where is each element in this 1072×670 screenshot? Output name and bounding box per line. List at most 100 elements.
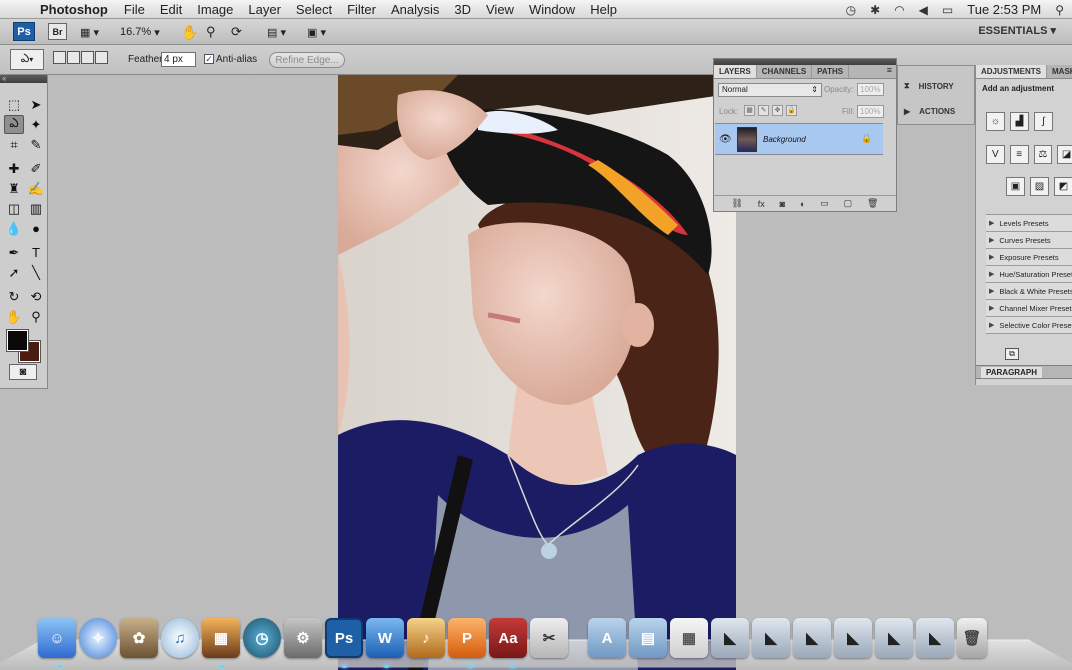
menu-help[interactable]: Help (590, 2, 617, 17)
launch-bridge-button[interactable]: Br (48, 23, 67, 40)
preset-exposure[interactable]: ▶ Exposure Presets (986, 249, 1072, 266)
minimized-window-4-icon[interactable]: ◣ (834, 618, 872, 658)
hand-tool-icon-toolbox[interactable]: ✋ (4, 307, 24, 326)
crop-tool-icon[interactable]: ⌗ (4, 135, 24, 154)
history-panel-button[interactable]: ⧗ HISTORY (904, 81, 954, 91)
preset-levels[interactable]: ▶ Levels Presets (986, 215, 1072, 232)
preset-hue-saturation[interactable]: ▶ Hue/Saturation Presets (986, 266, 1072, 283)
trash-icon[interactable]: 🗑 (957, 618, 987, 658)
hue-saturation-icon[interactable]: ≡ (1009, 145, 1029, 164)
lasso-tool-preset-picker[interactable]: ఎ ▾ (10, 49, 44, 70)
subtract-from-selection-icon[interactable] (81, 51, 94, 64)
type-tool-icon[interactable]: T (26, 243, 46, 262)
photoshop-dock-icon[interactable]: Ps (325, 618, 363, 658)
garageband-icon[interactable]: ♪ (407, 618, 445, 658)
eraser-tool-icon[interactable]: ◫ (4, 199, 24, 218)
zoom-tool-icon-toolbox[interactable]: ⚲ (26, 307, 46, 326)
gradient-map-icon[interactable]: ▨ (1030, 177, 1049, 196)
lock-position-icon[interactable]: ✥ (772, 105, 783, 116)
documents-folder-icon[interactable]: ▤ (629, 618, 667, 658)
tab-paths[interactable]: PATHS (812, 65, 850, 78)
safari-icon[interactable]: ✧ (79, 618, 117, 658)
lasso-tool-icon[interactable]: ఎ (4, 115, 24, 134)
marquee-tool-icon[interactable]: ⬚ (4, 95, 24, 114)
menu-edit[interactable]: Edit (160, 2, 182, 17)
lock-transparent-icon[interactable]: ▦ (744, 105, 755, 116)
itunes-icon[interactable]: ♫ (161, 618, 199, 658)
iphoto-icon[interactable]: ✿ (120, 618, 158, 658)
menu-image[interactable]: Image (197, 2, 233, 17)
lock-image-icon[interactable]: ✎ (758, 105, 769, 116)
minimized-window-2-icon[interactable]: ◣ (752, 618, 790, 658)
tab-adjustments[interactable]: ADJUSTMENTS (976, 65, 1048, 78)
bluetooth-icon[interactable]: ✱ (870, 3, 880, 17)
line-tool-icon[interactable]: ╲ (26, 263, 46, 282)
app-name-menu[interactable]: Photoshop (40, 2, 108, 17)
volume-icon[interactable]: ◀ (919, 3, 928, 17)
screen-mode-dropdown[interactable]: ▣ ▾ (307, 23, 326, 41)
minimized-window-3-icon[interactable]: ◣ (793, 618, 831, 658)
anti-alias-checkbox[interactable]: ✓ (204, 54, 214, 64)
toolbox-collapse-handle[interactable]: « (0, 75, 47, 83)
preview-icon[interactable]: ✂ (530, 618, 568, 658)
adjustment-layer-icon[interactable]: ◐ (800, 199, 805, 209)
tab-channels[interactable]: CHANNELS (757, 65, 813, 78)
finder-icon[interactable]: ☺ (38, 618, 76, 658)
tab-layers[interactable]: LAYERS (714, 65, 757, 78)
3d-rotate-tool-icon[interactable]: ↻ (4, 287, 24, 306)
3d-orbit-tool-icon[interactable]: ⟲ (26, 287, 46, 306)
layer-style-icon[interactable]: fx (758, 199, 765, 209)
blur-tool-icon[interactable]: 💧 (4, 219, 24, 238)
zoom-level-dropdown[interactable]: 16.7% ▾ (120, 23, 160, 41)
menu-select[interactable]: Select (296, 2, 332, 17)
move-tool-icon[interactable]: ➤ (26, 95, 46, 114)
brightness-contrast-icon[interactable]: ☼ (986, 112, 1005, 131)
wifi-icon[interactable]: ◠ (894, 3, 904, 17)
color-balance-icon[interactable]: ⚖ (1033, 145, 1053, 164)
applications-folder-icon[interactable]: A (588, 618, 626, 658)
pen-tool-icon[interactable]: ✒ (4, 243, 24, 262)
minimized-window-5-icon[interactable]: ◣ (875, 618, 913, 658)
menu-layer[interactable]: Layer (248, 2, 281, 17)
dictionary-icon[interactable]: Aa (489, 618, 527, 658)
menu-filter[interactable]: Filter (347, 2, 376, 17)
gradient-tool-icon[interactable]: ▥ (26, 199, 46, 218)
view-extras-dropdown[interactable]: ▦ ▾ (80, 23, 99, 41)
document-canvas[interactable] (338, 75, 736, 670)
feather-input[interactable]: 4 px (161, 52, 196, 67)
battery-icon[interactable]: ▭ (942, 3, 953, 17)
menu-window[interactable]: Window (529, 2, 575, 17)
add-to-selection-icon[interactable] (67, 51, 80, 64)
arrange-documents-dropdown[interactable]: ▤ ▾ (267, 23, 286, 41)
time-machine-icon[interactable]: ◷ (846, 3, 856, 17)
brush-tool-icon[interactable]: ✐ (26, 159, 46, 178)
link-layers-icon[interactable]: ⛓ (731, 198, 742, 209)
actions-panel-button[interactable]: ▶ ACTIONS (904, 107, 955, 116)
intersect-selection-icon[interactable] (95, 51, 108, 64)
clip-to-layer-icon[interactable]: ⧉ (1005, 348, 1019, 360)
new-selection-icon[interactable] (53, 51, 66, 64)
levels-icon[interactable]: ▟ (1010, 112, 1029, 131)
workspace-switcher[interactable]: ESSENTIALS ▾ (978, 24, 1056, 37)
time-machine-dock-icon[interactable]: ◷ (243, 618, 281, 658)
rotate-view-icon[interactable]: ⟳ (231, 23, 242, 41)
fill-input[interactable]: 100% (857, 105, 884, 118)
eyedropper-tool-icon[interactable]: ✎ (26, 135, 46, 154)
powerpoint-icon[interactable]: P (448, 618, 486, 658)
menu-3d[interactable]: 3D (454, 2, 471, 17)
document-stack-icon[interactable]: ▦ (670, 618, 708, 658)
blend-mode-select[interactable]: Normal ⇕ (718, 83, 822, 97)
menu-file[interactable]: File (124, 2, 145, 17)
quick-mask-mode-icon[interactable]: ◙ (9, 364, 37, 380)
minimized-window-6-icon[interactable]: ◣ (916, 618, 954, 658)
menu-clock[interactable]: Tue 2:53 PM (967, 2, 1041, 17)
minimized-window-1-icon[interactable]: ◣ (711, 618, 749, 658)
photo-booth-icon[interactable]: ▦ (202, 618, 240, 658)
delete-layer-icon[interactable]: 🗑 (867, 198, 878, 209)
magic-wand-tool-icon[interactable]: ✦ (26, 115, 46, 134)
healing-brush-tool-icon[interactable]: ✚ (4, 159, 24, 178)
curves-icon[interactable]: ∫ (1034, 112, 1053, 131)
black-white-icon[interactable]: ◪ (1057, 145, 1072, 164)
preset-black-white[interactable]: ▶ Black & White Presets (986, 283, 1072, 300)
visibility-eye-icon[interactable]: 👁 (719, 134, 732, 145)
